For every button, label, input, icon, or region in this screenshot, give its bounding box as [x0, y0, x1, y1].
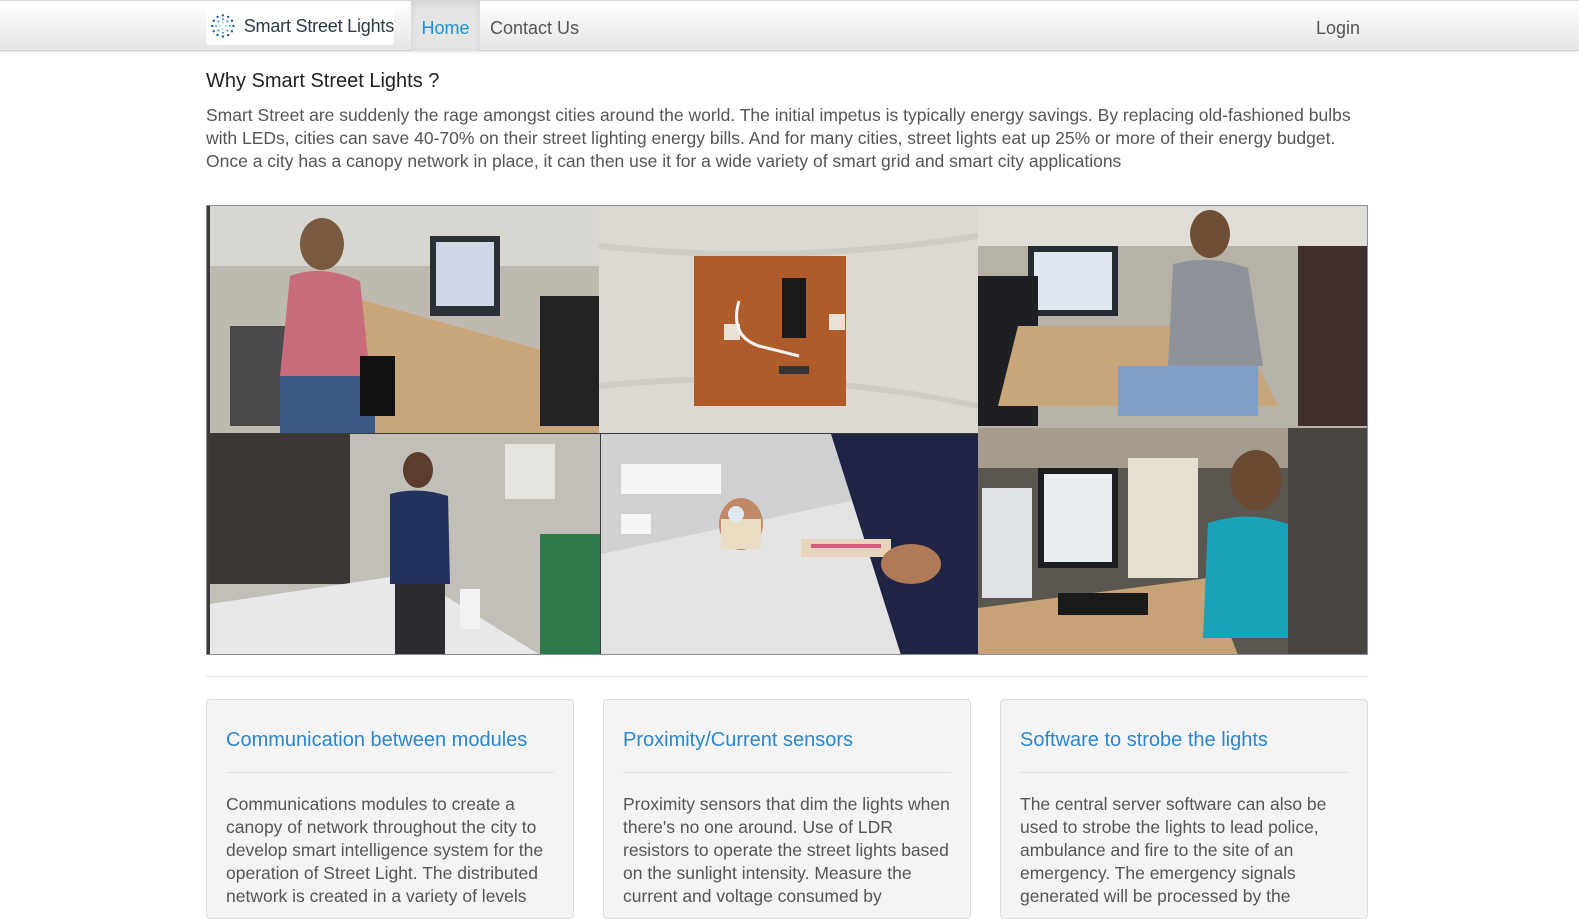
feature-title[interactable]: Communication between modules: [226, 726, 554, 754]
feature-title[interactable]: Proximity/Current sensors: [623, 726, 951, 754]
navbar: Smart Street Lights Home Contact Us Logi…: [0, 0, 1579, 51]
feature-card-communication: Communication between modules Communicat…: [206, 699, 574, 919]
nav-home-link[interactable]: Home: [411, 1, 480, 51]
feature-card-sensors: Proximity/Current sensors Proximity sens…: [603, 699, 971, 919]
brand-name[interactable]: Smart Street Lights: [244, 16, 394, 37]
feature-title[interactable]: Software to strobe the lights: [1020, 726, 1348, 754]
led-module-in-hand-photo: [601, 434, 978, 654]
team-member-at-lab-bench-photo: [210, 434, 600, 654]
nav-contact-link[interactable]: Contact Us: [490, 1, 579, 51]
intro-body: Smart Street are suddenly the rage among…: [206, 105, 1351, 171]
team-member-at-desktop-photo: [210, 206, 599, 433]
brand[interactable]: Smart Street Lights: [206, 7, 394, 45]
feature-card-strobe-software: Software to strobe the lights The centra…: [1000, 699, 1368, 919]
team-member-at-dual-monitors-photo: [978, 428, 1367, 654]
card-divider: [226, 772, 554, 773]
login-link[interactable]: Login: [1316, 1, 1360, 51]
intro-title: Why Smart Street Lights ?: [206, 70, 440, 92]
feature-text: The central server software can also be …: [1020, 794, 1327, 906]
dotted-circle-logo-icon: [211, 14, 235, 38]
photo-collage: [206, 205, 1368, 655]
circuit-board-photo: [599, 206, 978, 433]
feature-text: Communications modules to create a canop…: [226, 794, 544, 906]
card-divider: [623, 772, 951, 773]
section-divider: [206, 676, 1368, 677]
feature-text: Proximity sensors that dim the lights wh…: [623, 794, 950, 906]
card-divider: [1020, 772, 1348, 773]
team-member-at-workstation-photo: [978, 206, 1367, 428]
